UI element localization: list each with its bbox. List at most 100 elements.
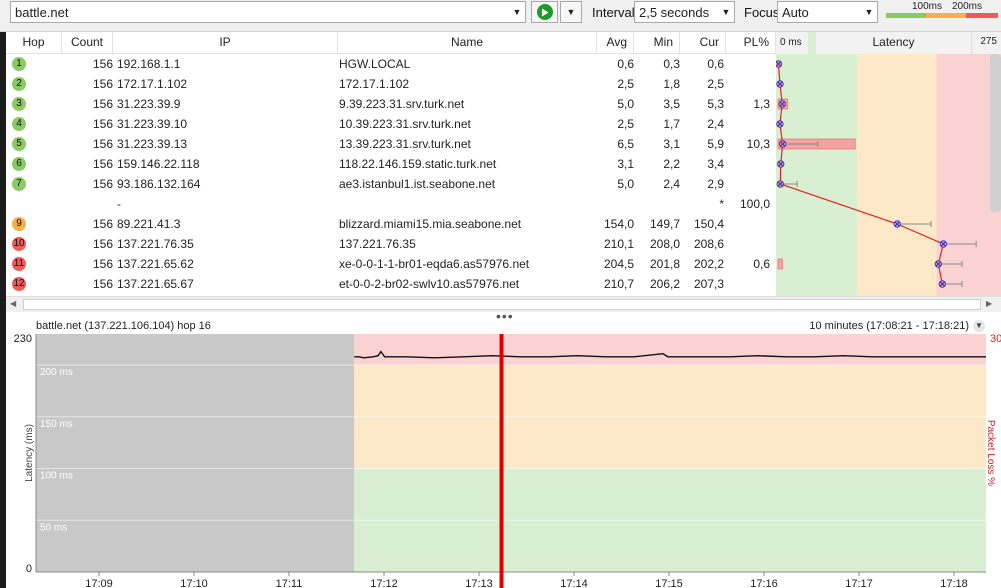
cell-name: 172.17.1.102 [339,77,410,91]
table-vertical-scrollbar[interactable] [990,54,1001,212]
target-combobox[interactable]: battle.net ▼ [10,1,526,23]
cell-cur: 2,9 [707,177,724,191]
chevron-down-icon[interactable]: ▼ [861,2,877,22]
cell-pl [726,234,770,254]
col-hop[interactable]: Hop [6,32,62,54]
table-row[interactable]: 6 156 159.146.22.118 118.22.146.159.static.… [6,154,776,174]
cell-count: 156 [92,177,113,191]
cell-ip: 137.221.65.67 [117,277,194,291]
cell-cur: 2,4 [707,117,724,131]
cell-pl: 1,3 [753,97,770,111]
latency-min-label: 0 ms [776,32,808,54]
cell-cur: 5,3 [707,97,724,111]
timeline-zone-bad [354,334,986,366]
x-tick-label: 17:17 [845,578,873,588]
cell-min [634,194,680,214]
cell-name: 13.39.223.31.srv.turk.net [339,137,471,151]
y-gridline-label: 150 ms [40,419,73,430]
cell-avg: 6,5 [617,137,634,151]
start-trace-button[interactable] [531,1,558,23]
table-row[interactable]: 4 156 31.223.39.10 10.39.223.31.srv.turk.ne… [6,114,776,134]
scroll-right-icon[interactable]: ▶ [986,299,992,308]
chevron-down-icon[interactable]: ▼ [973,320,985,332]
cell-name: ae3.istanbul1.ist.seabone.net [339,177,496,191]
table-row[interactable]: - * 100,0 [6,194,776,214]
table-row[interactable]: 3 156 31.223.39.9 9.39.223.31.srv.turk.net 5… [6,94,776,114]
hop-status-badge: 2 [12,77,26,91]
cell-count: 156 [92,117,113,131]
y2-axis-title: Packet Loss % [985,420,996,486]
legend-100ms: 100ms [912,1,943,12]
hop-status-badge: 5 [12,137,26,151]
x-tick-label: 17:16 [750,578,778,588]
interval-value[interactable]: 2,5 seconds [639,5,718,20]
table-row[interactable]: 2 156 172.17.1.102 172.17.1.102 2,5 1,8 2,5 [6,74,776,94]
x-tick-label: 17:13 [465,578,493,588]
x-tick-label: 17:11 [276,578,303,588]
cell-pl [726,74,770,94]
focus-value[interactable]: Auto [782,5,861,20]
scroll-left-icon[interactable]: ◀ [10,299,16,308]
cell-count: 156 [92,97,113,111]
hop-status-badge: 3 [12,97,26,111]
cell-count: 156 [92,237,113,251]
y-axis-max-label: 230 [14,333,32,345]
chevron-down-icon: ▼ [566,7,576,17]
legend-bad-bar [966,13,998,18]
cell-ip: 89.221.41.3 [117,217,181,231]
target-value[interactable]: battle.net [15,5,509,20]
y2-axis-max-label: 30 [990,333,1001,345]
start-options-button[interactable]: ▼ [560,1,582,23]
cell-pl [726,154,770,174]
cell-cur: 2,5 [707,77,724,91]
cell-ip: 172.17.1.102 [117,77,188,91]
cell-ip: 31.223.39.10 [117,117,188,131]
latency-zone-warn [857,32,937,296]
col-avg[interactable]: Avg [597,32,634,54]
latency-timeline-chart[interactable]: 200 ms 150 ms 100 ms 50 ms 17:09 17:10 17:11 17… [6,332,1001,588]
cell-min: 149,7 [649,217,680,231]
col-cur[interactable]: Cur [680,32,726,54]
y-gridline-label: 200 ms [40,367,73,378]
latency-max-label: 275 [972,32,1001,54]
cell-name: 118.22.146.159.static.turk.net [339,157,497,171]
focus-select[interactable]: Auto ▼ [777,1,878,23]
packet-loss-bar [777,258,783,270]
col-count[interactable]: Count [62,32,113,54]
cell-avg: 154,0 [603,217,634,231]
cell-ip: 31.223.39.13 [117,137,188,151]
pane-splitter[interactable]: ••• [6,309,1001,323]
col-latency[interactable]: Latency [816,32,971,54]
table-row[interactable]: 7 156 93.186.132.164 ae3.istanbul1.ist.seab… [6,174,776,194]
cell-min: 1,8 [663,77,680,91]
cell-name: 137.221.76.35 [339,237,416,251]
cell-min: 201,8 [649,257,680,271]
col-min[interactable]: Min [634,32,680,54]
table-row[interactable]: 11 156 137.221.65.62 xe-0-0-1-1-br01-eqda6.… [6,254,776,274]
legend-warn-bar [926,13,966,18]
cell-count: 156 [92,57,113,71]
latency-zone-good [776,32,858,296]
play-icon [536,4,553,20]
col-name[interactable]: Name [338,32,597,54]
cell-cur: 202,2 [693,257,724,271]
table-row[interactable]: 9 156 89.221.41.3 blizzard.miami15.mia.seab… [6,214,776,234]
chevron-down-icon[interactable]: ▼ [509,2,525,22]
cell-ip: 159.146.22.118 [117,157,200,171]
cell-count: 156 [92,277,113,291]
cell-avg: 204,5 [603,257,634,271]
splitter-handle-icon[interactable]: ••• [496,309,514,323]
col-ip[interactable]: IP [113,32,338,54]
x-tick-label: 17:14 [560,578,588,588]
time-range-label[interactable]: 10 minutes (17:08:21 - 17:18:21) [809,320,969,332]
latency-graph [776,32,1001,296]
interval-select[interactable]: 2,5 seconds ▼ [634,1,735,23]
cell-min: 206,2 [649,277,680,291]
table-row[interactable]: 5 156 31.223.39.13 13.39.223.31.srv.turk.ne… [6,134,776,154]
cell-min: 3,5 [663,97,680,111]
table-row[interactable]: 10 156 137.221.76.35 137.221.76.35 210,1 208,… [6,234,776,254]
col-pl[interactable]: PL% [726,32,776,54]
table-row[interactable]: 1 156 192.168.1.1 HGW.LOCAL 0,6 0,3 0,6 [6,54,776,74]
table-row[interactable]: 12 156 137.221.65.67 et-0-0-2-br02-swlv10.a… [6,274,776,294]
chevron-down-icon[interactable]: ▼ [718,2,734,22]
